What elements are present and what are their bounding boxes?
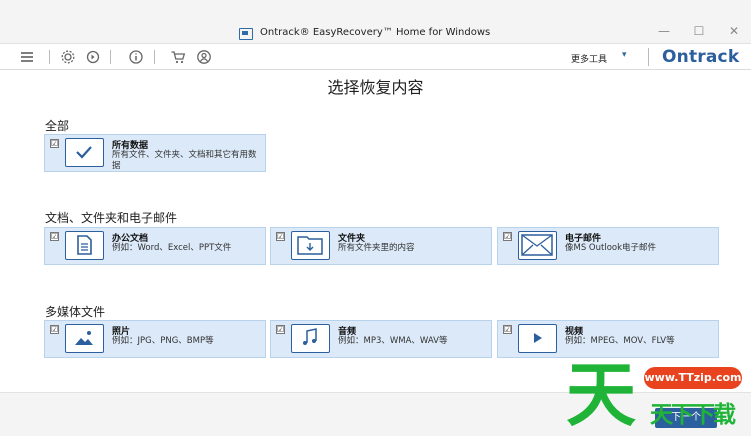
toolbar-divider	[110, 50, 111, 64]
watermark: 天 www.TTzip.com 天下下载	[566, 355, 751, 436]
folder-icon	[291, 231, 330, 260]
card-description: 例如：JPG、PNG、BMP等	[112, 336, 214, 346]
section-label-documents: 文档、文件夹和电子邮件	[45, 211, 178, 225]
maximize-button[interactable]: ☐	[691, 24, 707, 38]
minimize-button[interactable]: —	[656, 24, 672, 38]
info-icon[interactable]	[128, 49, 144, 65]
checkbox[interactable]: ☑	[503, 325, 512, 334]
video-icon	[518, 324, 557, 353]
card-description: 所有文件夹里的内容	[338, 243, 415, 253]
checkbox[interactable]: ☑	[276, 325, 285, 334]
chevron-down-icon[interactable]: ▾	[622, 50, 627, 60]
card-email[interactable]: ☑ 电子邮件 像MS Outlook电子邮件	[497, 227, 719, 265]
watermark-url: www.TTzip.com	[644, 367, 742, 389]
toolbar-divider	[49, 50, 50, 64]
toolbar-divider	[154, 50, 155, 64]
gear-icon[interactable]	[60, 49, 76, 65]
checkbox[interactable]: ☑	[276, 232, 285, 241]
card-all-data[interactable]: ☑ 所有数据 所有文件、文件夹、文档和其它有用数据	[44, 134, 266, 172]
music-icon	[291, 324, 330, 353]
app-icon	[239, 28, 253, 40]
history-icon[interactable]	[85, 49, 101, 65]
card-folders[interactable]: ☑ 文件夹 所有文件夹里的内容	[270, 227, 492, 265]
brand-logo: Ontrack	[662, 47, 740, 67]
card-photos[interactable]: ☑ 照片 例如：JPG、PNG、BMP等	[44, 320, 266, 358]
section-label-multimedia: 多媒体文件	[45, 305, 106, 319]
more-tools-menu[interactable]: 更多工具	[571, 52, 607, 65]
photo-icon	[65, 324, 104, 353]
watermark-glyph-small: 天下下载	[650, 402, 736, 428]
card-description: 例如：Word、Excel、PPT文件	[112, 243, 232, 253]
card-video[interactable]: ☑ 视频 例如：MPEG、MOV、FLV等	[497, 320, 719, 358]
watermark-glyph-large: 天	[566, 354, 636, 436]
page-title: 选择恢复内容	[327, 78, 424, 97]
checkbox[interactable]: ☑	[50, 139, 59, 148]
card-office-documents[interactable]: ☑ 办公文档 例如：Word、Excel、PPT文件	[44, 227, 266, 265]
checkbox[interactable]: ☑	[50, 232, 59, 241]
card-description: 例如：MP3、WMA、WAV等	[338, 336, 448, 346]
section-label-all: 全部	[45, 119, 70, 133]
title-bar: Ontrack® EasyRecovery™ Home for Windows …	[0, 0, 751, 44]
checkmark-icon	[65, 138, 104, 167]
checkbox[interactable]: ☑	[503, 232, 512, 241]
checkbox[interactable]: ☑	[50, 325, 59, 334]
document-icon	[65, 231, 104, 260]
email-icon	[518, 231, 557, 260]
card-audio[interactable]: ☑ 音频 例如：MP3、WMA、WAV等	[270, 320, 492, 358]
close-button[interactable]: ✕	[726, 24, 742, 38]
user-icon[interactable]	[196, 49, 212, 65]
window-title: Ontrack® EasyRecovery™ Home for Windows	[260, 27, 491, 38]
menu-icon[interactable]	[19, 49, 35, 65]
toolbar: 更多工具 ▾ Ontrack	[0, 44, 751, 70]
card-description: 例如：MPEG、MOV、FLV等	[565, 336, 675, 346]
card-description: 像MS Outlook电子邮件	[565, 243, 657, 253]
toolbar-divider	[648, 48, 649, 66]
cart-icon[interactable]	[170, 49, 186, 65]
card-description: 所有文件、文件夹、文档和其它有用数据	[112, 150, 257, 171]
